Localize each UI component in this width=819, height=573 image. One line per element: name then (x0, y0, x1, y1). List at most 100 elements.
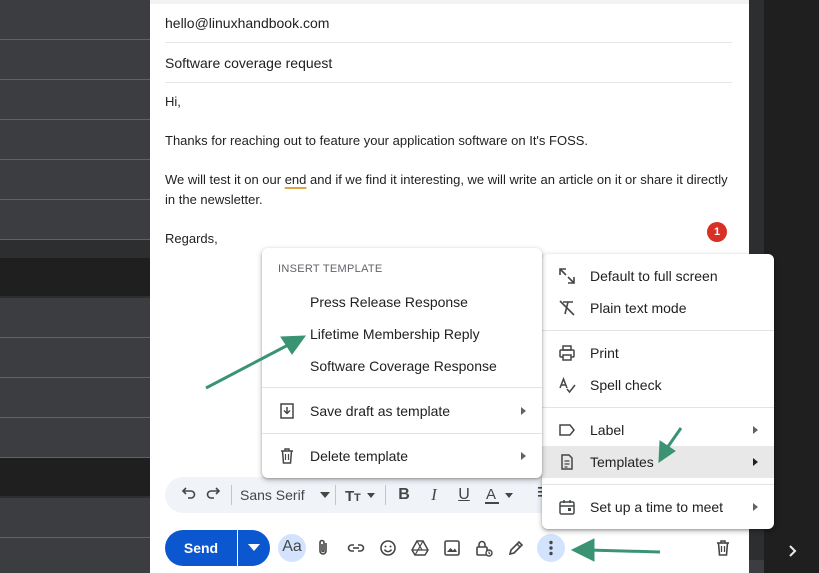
fullscreen-icon (559, 268, 575, 284)
more-options-icon[interactable] (537, 534, 565, 562)
template-item-label: Software Coverage Response (310, 358, 497, 374)
submenu-arrow-icon (521, 452, 526, 460)
menu-item-label: Save draft as template (310, 403, 451, 419)
text-color-icon[interactable]: A (483, 484, 517, 506)
subject-value: Software coverage request (165, 55, 333, 71)
emoji-icon[interactable] (374, 534, 402, 562)
body-paragraph-2[interactable]: We will test it on our end and if we fin… (165, 170, 740, 210)
insert-template-menu: INSERT TEMPLATE Press Release Response L… (262, 248, 542, 478)
menu-item-label: Templates (590, 454, 654, 470)
svg-text:T: T (345, 488, 354, 505)
svg-text:A: A (486, 486, 496, 503)
template-item-label: Press Release Response (310, 294, 468, 310)
undo-icon[interactable] (179, 484, 199, 506)
list-item (0, 120, 150, 160)
submenu-arrow-icon (521, 407, 526, 415)
spelling-flagged-word[interactable]: end (285, 172, 307, 187)
list-item (0, 418, 150, 458)
confidential-icon[interactable] (470, 534, 498, 562)
list-item (0, 498, 150, 538)
menu-divider (262, 433, 542, 434)
toolbar-divider (231, 485, 232, 505)
submenu-arrow-icon (753, 426, 758, 434)
menu-divider (262, 387, 542, 388)
menu-item-label: Spell check (590, 377, 662, 393)
menu-item-label[interactable]: Label (542, 414, 774, 446)
menu-divider (542, 484, 774, 485)
plain-text-icon (559, 300, 575, 316)
label-icon (559, 424, 575, 436)
font-select-value: Sans Serif (240, 487, 305, 503)
menu-item-label: Plain text mode (590, 300, 687, 316)
calendar-icon (559, 500, 575, 515)
menu-item-save-draft-template[interactable]: Save draft as template (262, 395, 542, 427)
list-item (0, 200, 150, 240)
submenu-arrow-icon (753, 458, 758, 466)
subject-field[interactable]: Software coverage request (165, 43, 732, 83)
svg-text:T: T (354, 492, 361, 504)
save-template-icon (280, 403, 294, 419)
submenu-arrow-icon (753, 503, 758, 511)
menu-item-plain-text[interactable]: Plain text mode (542, 292, 774, 324)
attach-icon[interactable] (310, 534, 338, 562)
list-item (0, 378, 150, 418)
spell-check-icon (559, 376, 576, 394)
bold-icon[interactable]: B (393, 484, 415, 506)
list-divider (0, 258, 150, 296)
discard-icon[interactable] (709, 534, 737, 562)
chevron-down-icon (248, 544, 260, 551)
body-signoff[interactable]: Regards, (165, 229, 740, 249)
signature-icon[interactable] (502, 534, 530, 562)
redo-icon[interactable] (203, 484, 223, 506)
menu-item-spell-check[interactable]: Spell check (542, 369, 774, 401)
list-item (0, 538, 150, 573)
send-options-button[interactable] (238, 530, 270, 566)
list-item (0, 298, 150, 338)
toolbar-divider (335, 485, 336, 505)
drive-icon[interactable] (406, 534, 434, 562)
menu-item-label: Set up a time to meet (590, 499, 724, 515)
menu-item-fullscreen[interactable]: Default to full screen (542, 260, 774, 292)
image-icon[interactable] (438, 534, 466, 562)
chevron-down-icon (320, 492, 330, 498)
print-icon (559, 345, 575, 361)
template-item-label: Lifetime Membership Reply (310, 326, 480, 342)
recipient-field[interactable]: hello@linuxhandbook.com (165, 3, 732, 43)
templates-icon (561, 454, 573, 470)
list-item (0, 338, 150, 378)
list-item (0, 40, 150, 80)
list-item (0, 160, 150, 200)
menu-item-label: Delete template (310, 448, 409, 464)
list-item (0, 80, 150, 120)
template-item[interactable]: Software Coverage Response (262, 350, 542, 382)
link-icon[interactable] (342, 534, 370, 562)
formatting-options-button[interactable]: Aa (278, 534, 306, 562)
toolbar-divider (385, 485, 386, 505)
chevron-right-icon[interactable] (785, 541, 801, 561)
template-item[interactable]: Press Release Response (262, 286, 542, 318)
menu-item-label: Print (590, 345, 619, 361)
underline-icon[interactable]: U (453, 484, 475, 506)
menu-divider (542, 407, 774, 408)
menu-item-label: Label (590, 422, 625, 438)
menu-heading: INSERT TEMPLATE (278, 263, 383, 275)
trash-icon (281, 448, 293, 464)
font-select[interactable]: Sans Serif (240, 484, 330, 506)
menu-divider (542, 330, 774, 331)
more-options-menu: Default to full screen Plain text mode P… (542, 254, 774, 529)
italic-icon[interactable]: I (423, 484, 445, 506)
text-size-icon[interactable]: TT (345, 484, 379, 506)
grammar-badge[interactable]: 1 (707, 222, 727, 242)
body-paragraph-1[interactable]: Thanks for reaching out to feature your … (165, 131, 740, 151)
menu-item-templates[interactable]: Templates (542, 446, 774, 478)
menu-item-print[interactable]: Print (542, 337, 774, 369)
body-greeting[interactable]: Hi, (165, 92, 740, 112)
body-text-part: We will test it on our (165, 172, 285, 187)
menu-item-label: Default to full screen (590, 268, 718, 284)
formatting-toolbar: Sans Serif TT B I U A (165, 477, 585, 513)
menu-item-delete-template[interactable]: Delete template (262, 440, 542, 472)
template-item[interactable]: Lifetime Membership Reply (262, 318, 542, 350)
recipient-value: hello@linuxhandbook.com (165, 15, 330, 31)
send-button[interactable]: Send (165, 530, 237, 566)
menu-item-meeting[interactable]: Set up a time to meet (542, 491, 774, 523)
